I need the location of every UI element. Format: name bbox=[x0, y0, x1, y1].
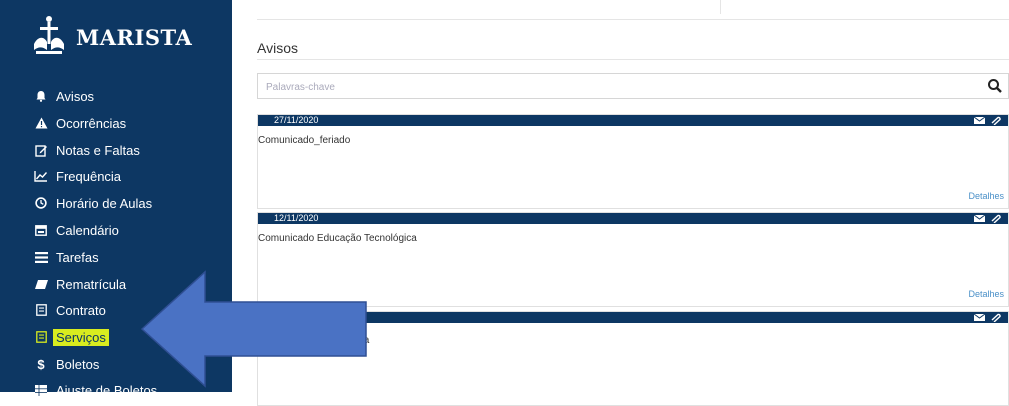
sidebar-item-calendario[interactable]: Calendário bbox=[0, 218, 232, 244]
page-title: Avisos bbox=[257, 40, 298, 56]
sidebar-item-label: Boletos bbox=[56, 357, 100, 372]
sidebar-item-label: Tarefas bbox=[56, 250, 99, 265]
details-link[interactable]: Detalhes bbox=[968, 191, 1004, 201]
sidebar-item-rematricula[interactable]: Rematrícula bbox=[0, 272, 232, 298]
notice-card: 12/11/2020 Comunicado Educação Tecnológi… bbox=[257, 212, 1009, 307]
sidebar-item-notas-e-faltas[interactable]: Notas e Faltas bbox=[0, 138, 232, 164]
mail-attachment-icon[interactable] bbox=[972, 214, 1002, 223]
details-link[interactable]: Detalhes bbox=[968, 289, 1004, 299]
eraser-icon bbox=[34, 277, 48, 291]
sidebar-item-label: Calendário bbox=[56, 223, 119, 238]
header-divider bbox=[720, 0, 721, 14]
sidebar-item-label: Avisos bbox=[56, 89, 95, 104]
sidebar-item-servicos[interactable]: Serviços bbox=[0, 325, 232, 351]
bell-icon bbox=[34, 89, 48, 103]
notice-header: 27/11/2020 bbox=[258, 115, 1008, 126]
sidebar-item-label: Serviços bbox=[53, 329, 109, 346]
sidebar-item-label: Frequência bbox=[56, 169, 122, 184]
notice-subject[interactable]: cula bbox=[351, 335, 369, 346]
sidebar: MARISTA Avisos Ocorrências Notas e Falta… bbox=[0, 0, 232, 398]
notice-subject[interactable]: Comunicado_feriado bbox=[258, 135, 350, 146]
sidebar-item-label: Ocorrências bbox=[56, 116, 127, 131]
clock-icon bbox=[34, 196, 48, 210]
sidebar-item-label: Contrato bbox=[56, 303, 106, 318]
calendar-icon bbox=[34, 223, 48, 237]
grid-icon bbox=[34, 383, 48, 397]
notice-header: 12/11/2020 bbox=[258, 213, 1008, 224]
warning-icon bbox=[34, 116, 48, 130]
main-content: Avisos 27/11/2020 Comunicado_feriado Det… bbox=[232, 0, 1009, 406]
search-input[interactable] bbox=[258, 74, 968, 100]
document-icon bbox=[34, 303, 48, 317]
mail-attachment-icon[interactable] bbox=[972, 116, 1002, 125]
search-box bbox=[257, 73, 1009, 100]
sidebar-item-tarefas[interactable]: Tarefas bbox=[0, 245, 232, 271]
mail-attachment-icon[interactable] bbox=[972, 313, 1002, 322]
sidebar-item-frequencia[interactable]: Frequência bbox=[0, 164, 232, 190]
sidebar-item-horario-de-aulas[interactable]: Horário de Aulas bbox=[0, 191, 232, 217]
sidebar-item-ajuste-de-boletos[interactable]: Ajuste de Boletos bbox=[0, 378, 232, 404]
list-icon bbox=[34, 250, 48, 264]
sidebar-item-contrato[interactable]: Contrato bbox=[0, 298, 232, 324]
sidebar-item-avisos[interactable]: Avisos bbox=[0, 84, 232, 110]
notice-date: 12/11/2020 bbox=[274, 213, 319, 223]
document-icon bbox=[34, 330, 48, 344]
sidebar-item-label: Ajuste de Boletos bbox=[56, 383, 158, 398]
header-rule bbox=[257, 19, 1009, 20]
line-chart-icon bbox=[34, 169, 48, 183]
notice-card: 27/11/2020 Comunicado_feriado Detalhes bbox=[257, 114, 1009, 209]
edit-icon bbox=[34, 143, 48, 157]
notice-date: 27/11/2020 bbox=[274, 115, 319, 125]
marista-emblem-icon bbox=[34, 16, 64, 54]
notice-header bbox=[258, 312, 1008, 323]
sidebar-item-label: Notas e Faltas bbox=[56, 143, 140, 158]
sidebar-item-ocorrencias[interactable]: Ocorrências bbox=[0, 111, 232, 137]
brand-name: MARISTA bbox=[76, 25, 193, 50]
notice-subject[interactable]: Comunicado Educação Tecnológica bbox=[258, 233, 417, 244]
search-icon[interactable] bbox=[987, 78, 1003, 94]
sidebar-item-boletos[interactable]: $ Boletos bbox=[0, 352, 232, 378]
sidebar-item-label: Horário de Aulas bbox=[56, 196, 153, 211]
title-divider bbox=[257, 59, 1009, 60]
dollar-icon: $ bbox=[37, 356, 45, 372]
sidebar-item-label: Rematrícula bbox=[56, 277, 127, 292]
brand-logo[interactable]: MARISTA bbox=[28, 14, 208, 58]
